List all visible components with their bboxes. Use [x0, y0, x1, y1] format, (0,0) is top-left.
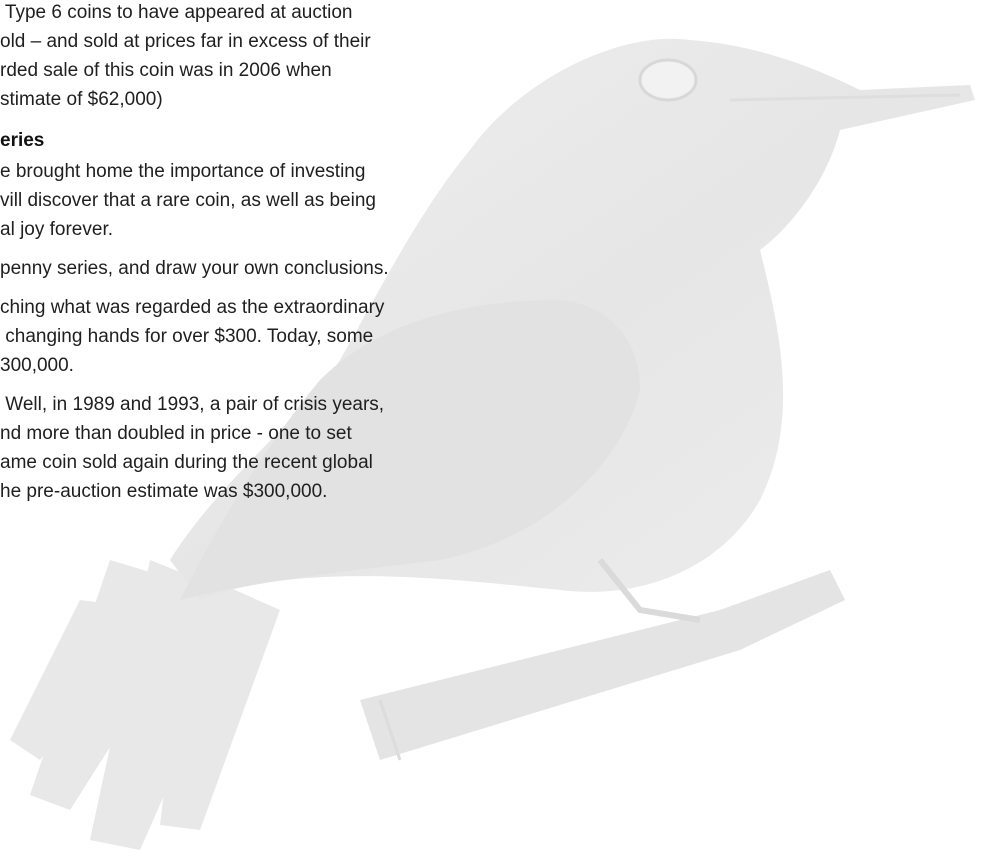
document-text: Type 6 coins to have appeared at auction…	[0, 0, 993, 862]
paragraph-4-line-3: 300,000.	[0, 355, 74, 376]
paragraph-2-line-3: al joy forever.	[0, 219, 113, 240]
paragraph-3-line-1: penny series, and draw your own conclusi…	[0, 258, 389, 279]
paragraph-2-line-2: vill discover that a rare coin, as well …	[0, 190, 376, 211]
section-heading: eries	[0, 130, 45, 151]
paragraph-5-line-4: he pre-auction estimate was $300,000.	[0, 481, 328, 502]
paragraph-5-line-2: nd more than doubled in price - one to s…	[0, 423, 352, 444]
paragraph-4-line-1: ching what was regarded as the extraordi…	[0, 297, 385, 318]
paragraph-4-line-2: changing hands for over $300. Today, som…	[0, 326, 374, 347]
paragraph-1-line-3: rded sale of this coin was in 2006 when	[0, 60, 332, 81]
paragraph-1-line-1: Type 6 coins to have appeared at auction	[0, 2, 353, 23]
paragraph-2-line-1: e brought home the importance of investi…	[0, 161, 366, 182]
paragraph-1-line-2: old – and sold at prices far in excess o…	[0, 31, 371, 52]
paragraph-1-line-4: stimate of $62,000)	[0, 89, 163, 110]
paragraph-5-line-1: Well, in 1989 and 1993, a pair of crisis…	[0, 394, 385, 415]
paragraph-5-line-3: ame coin sold again during the recent gl…	[0, 452, 373, 473]
